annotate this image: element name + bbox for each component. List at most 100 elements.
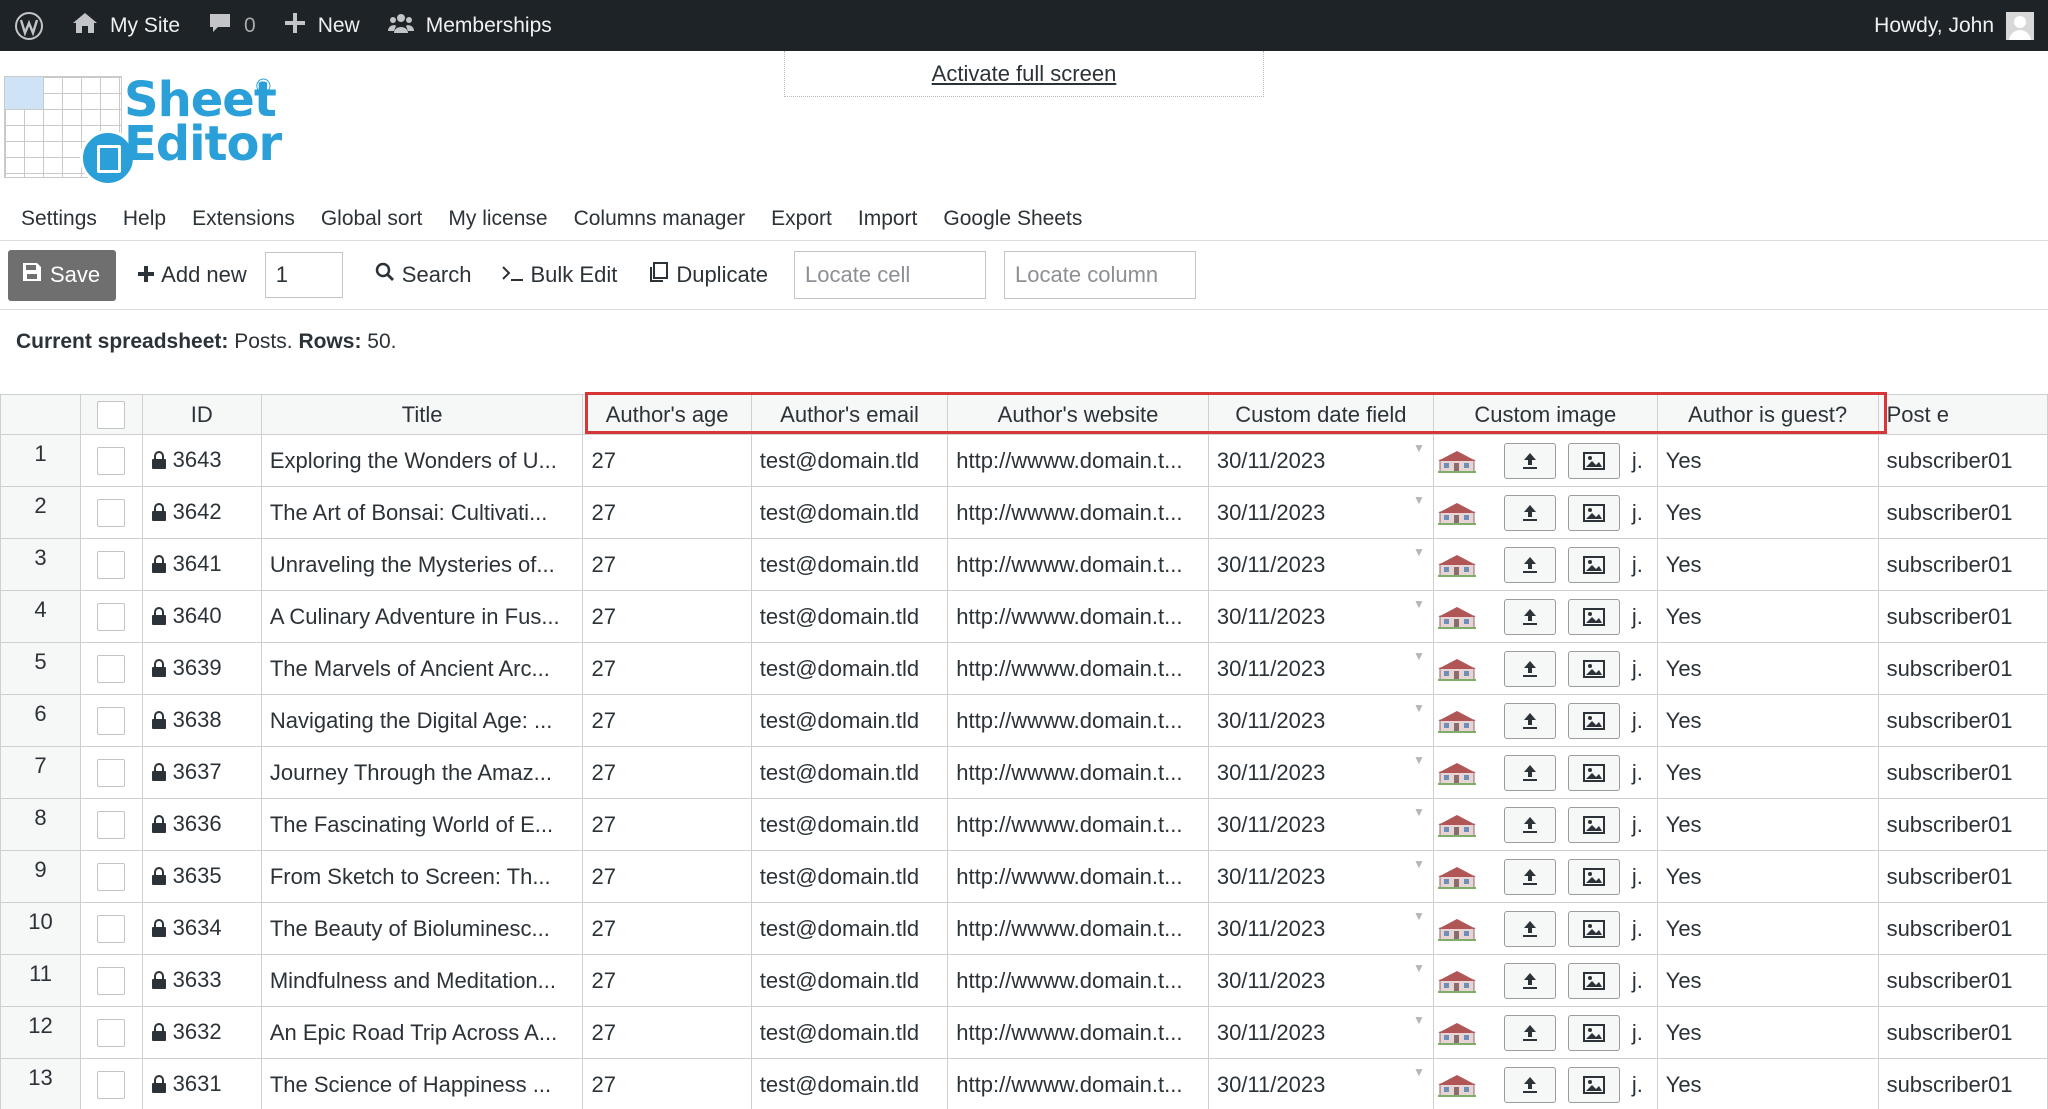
column-header-title[interactable]: Title [260,394,584,435]
column-header-custom-date-field[interactable]: Custom date field [1207,394,1434,435]
upload-icon-button[interactable] [1503,1014,1556,1051]
menu-columns-manager[interactable]: Columns manager [561,207,759,231]
duplicate-button[interactable]: Duplicate [647,261,768,289]
row-checkbox[interactable] [97,498,126,527]
row-select-cell[interactable] [80,642,143,695]
author-is-guest-cell[interactable]: Yes [1656,538,1879,591]
authors-email-cell[interactable]: test@domain.tld [750,486,949,539]
authors-age-cell[interactable]: 27 [582,954,752,1007]
column-header-id[interactable]: ID [141,394,262,435]
my-site-menu[interactable]: My Site [58,0,194,51]
date-dropdown-arrow-icon[interactable]: ▼ [1413,597,1425,611]
authors-age-cell[interactable]: 27 [582,902,752,955]
author-is-guest-cell[interactable]: Yes [1656,1006,1879,1059]
custom-image-cell[interactable]: j. [1432,486,1658,539]
row-checkbox[interactable] [97,1070,126,1099]
media-library-icon-button[interactable] [1567,494,1620,531]
row-select-cell[interactable] [80,486,143,539]
image-thumbnail-icon[interactable] [1437,813,1476,837]
author-is-guest-cell[interactable]: Yes [1656,850,1879,903]
select-all-header[interactable] [80,394,143,435]
row-checkbox[interactable] [97,706,126,735]
custom-image-cell[interactable]: j. [1432,642,1658,695]
post-e-cell[interactable]: subscriber01 [1877,746,2048,799]
row-checkbox[interactable] [97,550,126,579]
upload-icon-button[interactable] [1503,754,1556,791]
title-cell[interactable]: A Culinary Adventure in Fus... [260,590,584,643]
row-select-cell[interactable] [80,746,143,799]
row-select-cell[interactable] [80,850,143,903]
authors-website-cell[interactable]: http://wwww.domain.t... [947,538,1209,591]
authors-email-cell[interactable]: test@domain.tld [750,538,949,591]
custom-image-cell[interactable]: j. [1432,434,1658,487]
upload-icon-button[interactable] [1503,1066,1556,1103]
authors-website-cell[interactable]: http://wwww.domain.t... [947,694,1209,747]
menu-import[interactable]: Import [845,207,931,231]
custom-image-cell[interactable]: j. [1432,902,1658,955]
menu-google-sheets[interactable]: Google Sheets [930,207,1095,231]
date-dropdown-arrow-icon[interactable]: ▼ [1413,649,1425,663]
authors-email-cell[interactable]: test@domain.tld [750,746,949,799]
authors-website-cell[interactable]: http://wwww.domain.t... [947,434,1209,487]
row-select-cell[interactable] [80,590,143,643]
menu-global-sort[interactable]: Global sort [308,207,436,231]
custom-date-cell[interactable]: 30/11/2023 ▼ [1207,954,1434,1007]
date-dropdown-arrow-icon[interactable]: ▼ [1413,961,1425,975]
authors-email-cell[interactable]: test@domain.tld [750,1006,949,1059]
add-new-button[interactable]: Add new [138,262,247,288]
select-all-checkbox[interactable] [97,400,126,429]
authors-email-cell[interactable]: test@domain.tld [750,590,949,643]
authors-email-cell[interactable]: test@domain.tld [750,694,949,747]
authors-age-cell[interactable]: 27 [582,1006,752,1059]
title-cell[interactable]: Unraveling the Mysteries of... [260,538,584,591]
media-library-icon-button[interactable] [1567,806,1620,843]
row-checkbox[interactable] [97,1018,126,1047]
authors-email-cell[interactable]: test@domain.tld [750,434,949,487]
date-dropdown-arrow-icon[interactable]: ▼ [1413,805,1425,819]
title-cell[interactable]: Journey Through the Amaz... [260,746,584,799]
author-is-guest-cell[interactable]: Yes [1656,1058,1879,1109]
authors-website-cell[interactable]: http://wwww.domain.t... [947,746,1209,799]
authors-website-cell[interactable]: http://wwww.domain.t... [947,1058,1209,1109]
author-is-guest-cell[interactable]: Yes [1656,954,1879,1007]
custom-date-cell[interactable]: 30/11/2023 ▼ [1207,798,1434,851]
title-cell[interactable]: An Epic Road Trip Across A... [260,1006,584,1059]
author-is-guest-cell[interactable]: Yes [1656,434,1879,487]
column-header-authors-email[interactable]: Author's email [750,394,949,435]
authors-website-cell[interactable]: http://wwww.domain.t... [947,642,1209,695]
row-select-cell[interactable] [80,434,143,487]
custom-date-cell[interactable]: 30/11/2023 ▼ [1207,694,1434,747]
upload-icon-button[interactable] [1503,858,1556,895]
authors-age-cell[interactable]: 27 [582,486,752,539]
date-dropdown-arrow-icon[interactable]: ▼ [1413,857,1425,871]
custom-date-cell[interactable]: 30/11/2023 ▼ [1207,1006,1434,1059]
row-checkbox[interactable] [97,810,126,839]
custom-image-cell[interactable]: j. [1432,1058,1658,1109]
authors-age-cell[interactable]: 27 [582,694,752,747]
row-checkbox[interactable] [97,602,126,631]
locate-column-input[interactable] [1004,251,1197,299]
memberships-menu[interactable]: Memberships [374,0,566,51]
image-thumbnail-icon[interactable] [1437,865,1476,889]
media-library-icon-button[interactable] [1567,754,1620,791]
media-library-icon-button[interactable] [1567,910,1620,947]
custom-image-cell[interactable]: j. [1432,694,1658,747]
authors-age-cell[interactable]: 27 [582,538,752,591]
row-select-cell[interactable] [80,902,143,955]
menu-my-license[interactable]: My license [435,207,560,231]
row-select-cell[interactable] [80,954,143,1007]
post-e-cell[interactable]: subscriber01 [1877,694,2048,747]
title-cell[interactable]: The Art of Bonsai: Cultivati... [260,486,584,539]
post-e-cell[interactable]: subscriber01 [1877,798,2048,851]
author-is-guest-cell[interactable]: Yes [1656,486,1879,539]
bulk-edit-button[interactable]: Bulk Edit [501,262,617,288]
authors-email-cell[interactable]: test@domain.tld [750,1058,949,1109]
date-dropdown-arrow-icon[interactable]: ▼ [1413,441,1425,455]
image-thumbnail-icon[interactable] [1437,969,1476,993]
post-e-cell[interactable]: subscriber01 [1877,538,2048,591]
row-select-cell[interactable] [80,798,143,851]
row-checkbox[interactable] [97,446,126,475]
search-button[interactable]: Search [375,262,472,288]
image-thumbnail-icon[interactable] [1437,1073,1476,1097]
title-cell[interactable]: The Science of Happiness ... [260,1058,584,1109]
